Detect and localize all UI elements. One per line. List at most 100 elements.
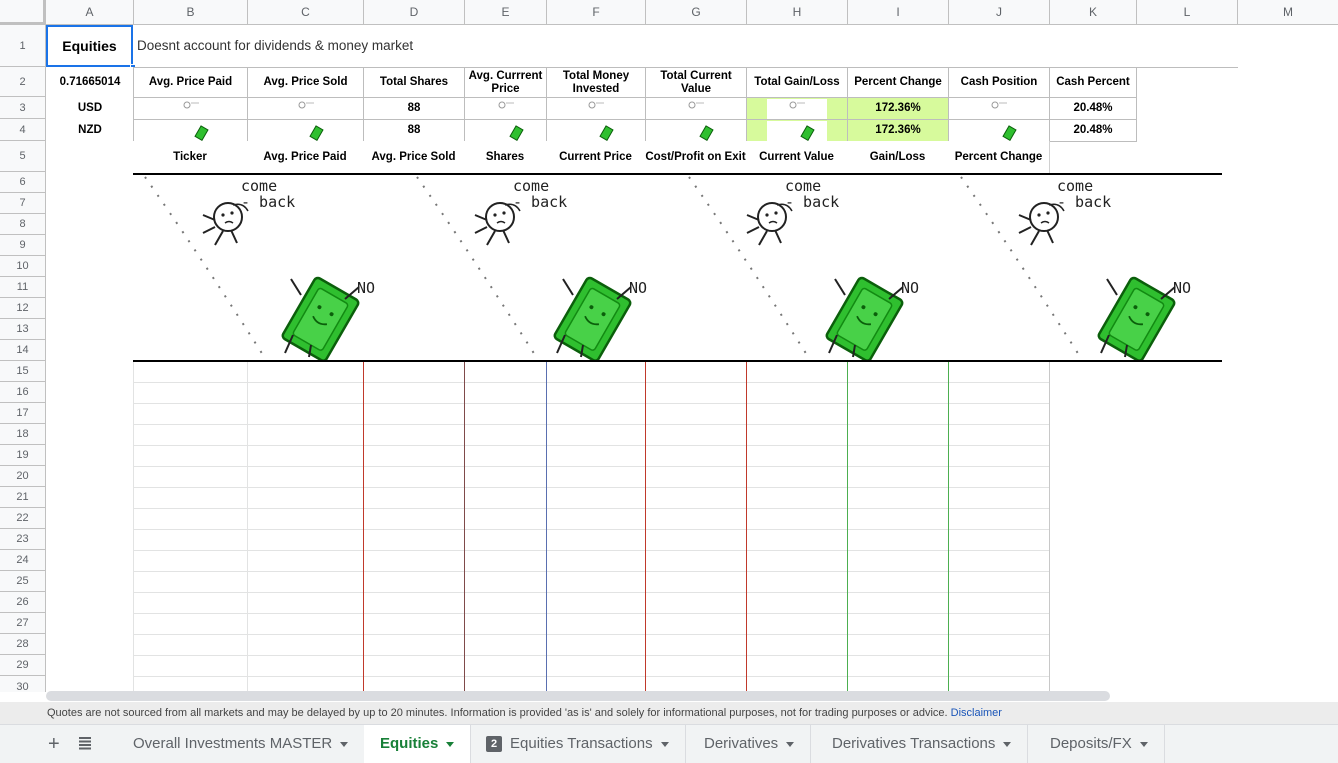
column-header-a[interactable]: A: [46, 0, 134, 25]
row-header[interactable]: 1: [0, 25, 45, 67]
column-header-f[interactable]: F: [547, 0, 646, 25]
cell-thumbnail[interactable]: [546, 119, 646, 142]
meme-image[interactable]: come - back NO come - back NO come - back NO come…: [133, 173, 1222, 362]
row-header[interactable]: 28: [0, 634, 45, 655]
cell-thumbnail[interactable]: [133, 97, 248, 120]
row-header[interactable]: 24: [0, 550, 45, 571]
column-header-e[interactable]: E: [465, 0, 547, 25]
row-header[interactable]: 2: [0, 67, 45, 97]
row-header[interactable]: 22: [0, 508, 45, 529]
row-header[interactable]: 14: [0, 340, 45, 361]
row-header[interactable]: 15: [0, 361, 45, 382]
column-header-m[interactable]: M: [1238, 0, 1338, 25]
column-header-h[interactable]: H: [747, 0, 848, 25]
column-header-i[interactable]: I: [848, 0, 949, 25]
header-cell-row5[interactable]: Shares: [464, 141, 547, 173]
tab-equities-transactions[interactable]: 2 Equities Transactions: [470, 725, 686, 763]
column-header-d[interactable]: D: [364, 0, 465, 25]
select-all-corner[interactable]: [0, 0, 46, 25]
cell-thumbnail[interactable]: [746, 119, 848, 142]
row-header[interactable]: 6: [0, 172, 45, 193]
plus-icon[interactable]: +: [48, 733, 60, 755]
cell-a4[interactable]: NZD: [46, 119, 134, 141]
cell-thumbnail[interactable]: [247, 119, 364, 142]
tab-equities[interactable]: Equities: [364, 725, 472, 763]
cell-thumbnail[interactable]: [464, 119, 547, 142]
row-header[interactable]: 18: [0, 424, 45, 445]
header-cell-row2[interactable]: Total Gain/Loss: [746, 67, 848, 98]
header-cell-row5[interactable]: Current Value: [746, 141, 848, 173]
row-header[interactable]: 26: [0, 592, 45, 613]
row-header[interactable]: 12: [0, 298, 45, 319]
cell-thumbnail[interactable]: [247, 97, 364, 120]
row-header[interactable]: 29: [0, 655, 45, 676]
chevron-down-icon[interactable]: [1003, 741, 1012, 747]
cell-b1-note[interactable]: Doesnt account for dividends & money mar…: [137, 25, 413, 67]
header-cell-row2[interactable]: Avg. Currrent Price: [464, 67, 547, 98]
row-header[interactable]: 20: [0, 466, 45, 487]
cell-thumbnail[interactable]: [746, 97, 848, 120]
list-icon[interactable]: [78, 733, 92, 755]
row-header[interactable]: 21: [0, 487, 45, 508]
row-header[interactable]: 13: [0, 319, 45, 340]
row-header[interactable]: 27: [0, 613, 45, 634]
header-cell-row5[interactable]: Current Price: [546, 141, 646, 173]
row-header[interactable]: 25: [0, 571, 45, 592]
cell-thumbnail[interactable]: [464, 97, 547, 120]
cell-a3[interactable]: USD: [46, 97, 134, 119]
header-cell-row5[interactable]: Avg. Price Paid: [247, 141, 364, 173]
disclaimer-link[interactable]: Disclaimer: [951, 707, 1002, 719]
header-cell-row2[interactable]: Avg. Price Sold: [247, 67, 364, 98]
chevron-down-icon[interactable]: [340, 741, 349, 747]
row-header[interactable]: 7: [0, 193, 45, 214]
cell-grid[interactable]: Equities Doesnt account for dividends & …: [46, 25, 1338, 692]
cell-k3[interactable]: 20.48%: [1049, 97, 1137, 120]
cell-thumbnail[interactable]: [133, 119, 248, 142]
row-header[interactable]: 17: [0, 403, 45, 424]
row-header[interactable]: 23: [0, 529, 45, 550]
column-header-j[interactable]: J: [949, 0, 1050, 25]
cell-d4[interactable]: 88: [363, 119, 465, 142]
cell-thumbnail[interactable]: [948, 119, 1050, 142]
row-header[interactable]: 10: [0, 256, 45, 277]
chevron-down-icon[interactable]: [786, 741, 795, 747]
header-cell-row2[interactable]: Cash Position: [948, 67, 1050, 98]
row-header[interactable]: 11: [0, 277, 45, 298]
cell-a1[interactable]: Equities: [46, 25, 133, 67]
cell-k4[interactable]: 20.48%: [1049, 119, 1137, 142]
header-cell-row2[interactable]: Avg. Price Paid: [133, 67, 248, 98]
cell-d3[interactable]: 88: [363, 97, 465, 120]
header-cell-row5[interactable]: Ticker: [133, 141, 248, 173]
row-header[interactable]: 19: [0, 445, 45, 466]
tab-overall-investments-master[interactable]: Overall Investments MASTER: [117, 725, 366, 763]
header-cell-row2[interactable]: Percent Change: [847, 67, 949, 98]
row-header[interactable]: 16: [0, 382, 45, 403]
cell-thumbnail[interactable]: [546, 97, 646, 120]
header-cell-row5[interactable]: Cost/Profit on Exit: [645, 141, 747, 173]
tab-derivatives[interactable]: Derivatives: [688, 725, 812, 763]
tab-derivatives-transactions[interactable]: Derivatives Transactions: [816, 725, 1029, 763]
header-cell-row2[interactable]: Total Money Invested: [546, 67, 646, 98]
row-header[interactable]: 5: [0, 141, 45, 172]
cell-a2[interactable]: 0.71665014: [46, 67, 134, 98]
cell-i3[interactable]: 172.36%: [847, 97, 949, 120]
column-header-g[interactable]: G: [646, 0, 747, 25]
header-cell-row5[interactable]: Gain/Loss: [847, 141, 949, 173]
cell-thumbnail[interactable]: [645, 119, 747, 142]
cell-i4[interactable]: 172.36%: [847, 119, 949, 142]
chevron-down-icon[interactable]: [660, 741, 669, 747]
cell-thumbnail[interactable]: [645, 97, 747, 120]
header-cell-row5[interactable]: Avg. Price Sold: [363, 141, 465, 173]
tab-deposits-fx[interactable]: Deposits/FX: [1034, 725, 1165, 763]
row-header[interactable]: 9: [0, 235, 45, 256]
row-header[interactable]: 30: [0, 676, 45, 693]
horizontal-scrollbar[interactable]: [46, 691, 1110, 701]
header-cell-row2[interactable]: Total Shares: [363, 67, 465, 98]
header-cell-row5[interactable]: Percent Change: [948, 141, 1050, 173]
column-header-b[interactable]: B: [134, 0, 248, 25]
column-header-l[interactable]: L: [1137, 0, 1238, 25]
header-cell-row2[interactable]: Cash Percent: [1049, 67, 1137, 98]
row-header[interactable]: 3: [0, 97, 45, 119]
chevron-down-icon[interactable]: [1139, 741, 1148, 747]
column-header-k[interactable]: K: [1050, 0, 1137, 25]
